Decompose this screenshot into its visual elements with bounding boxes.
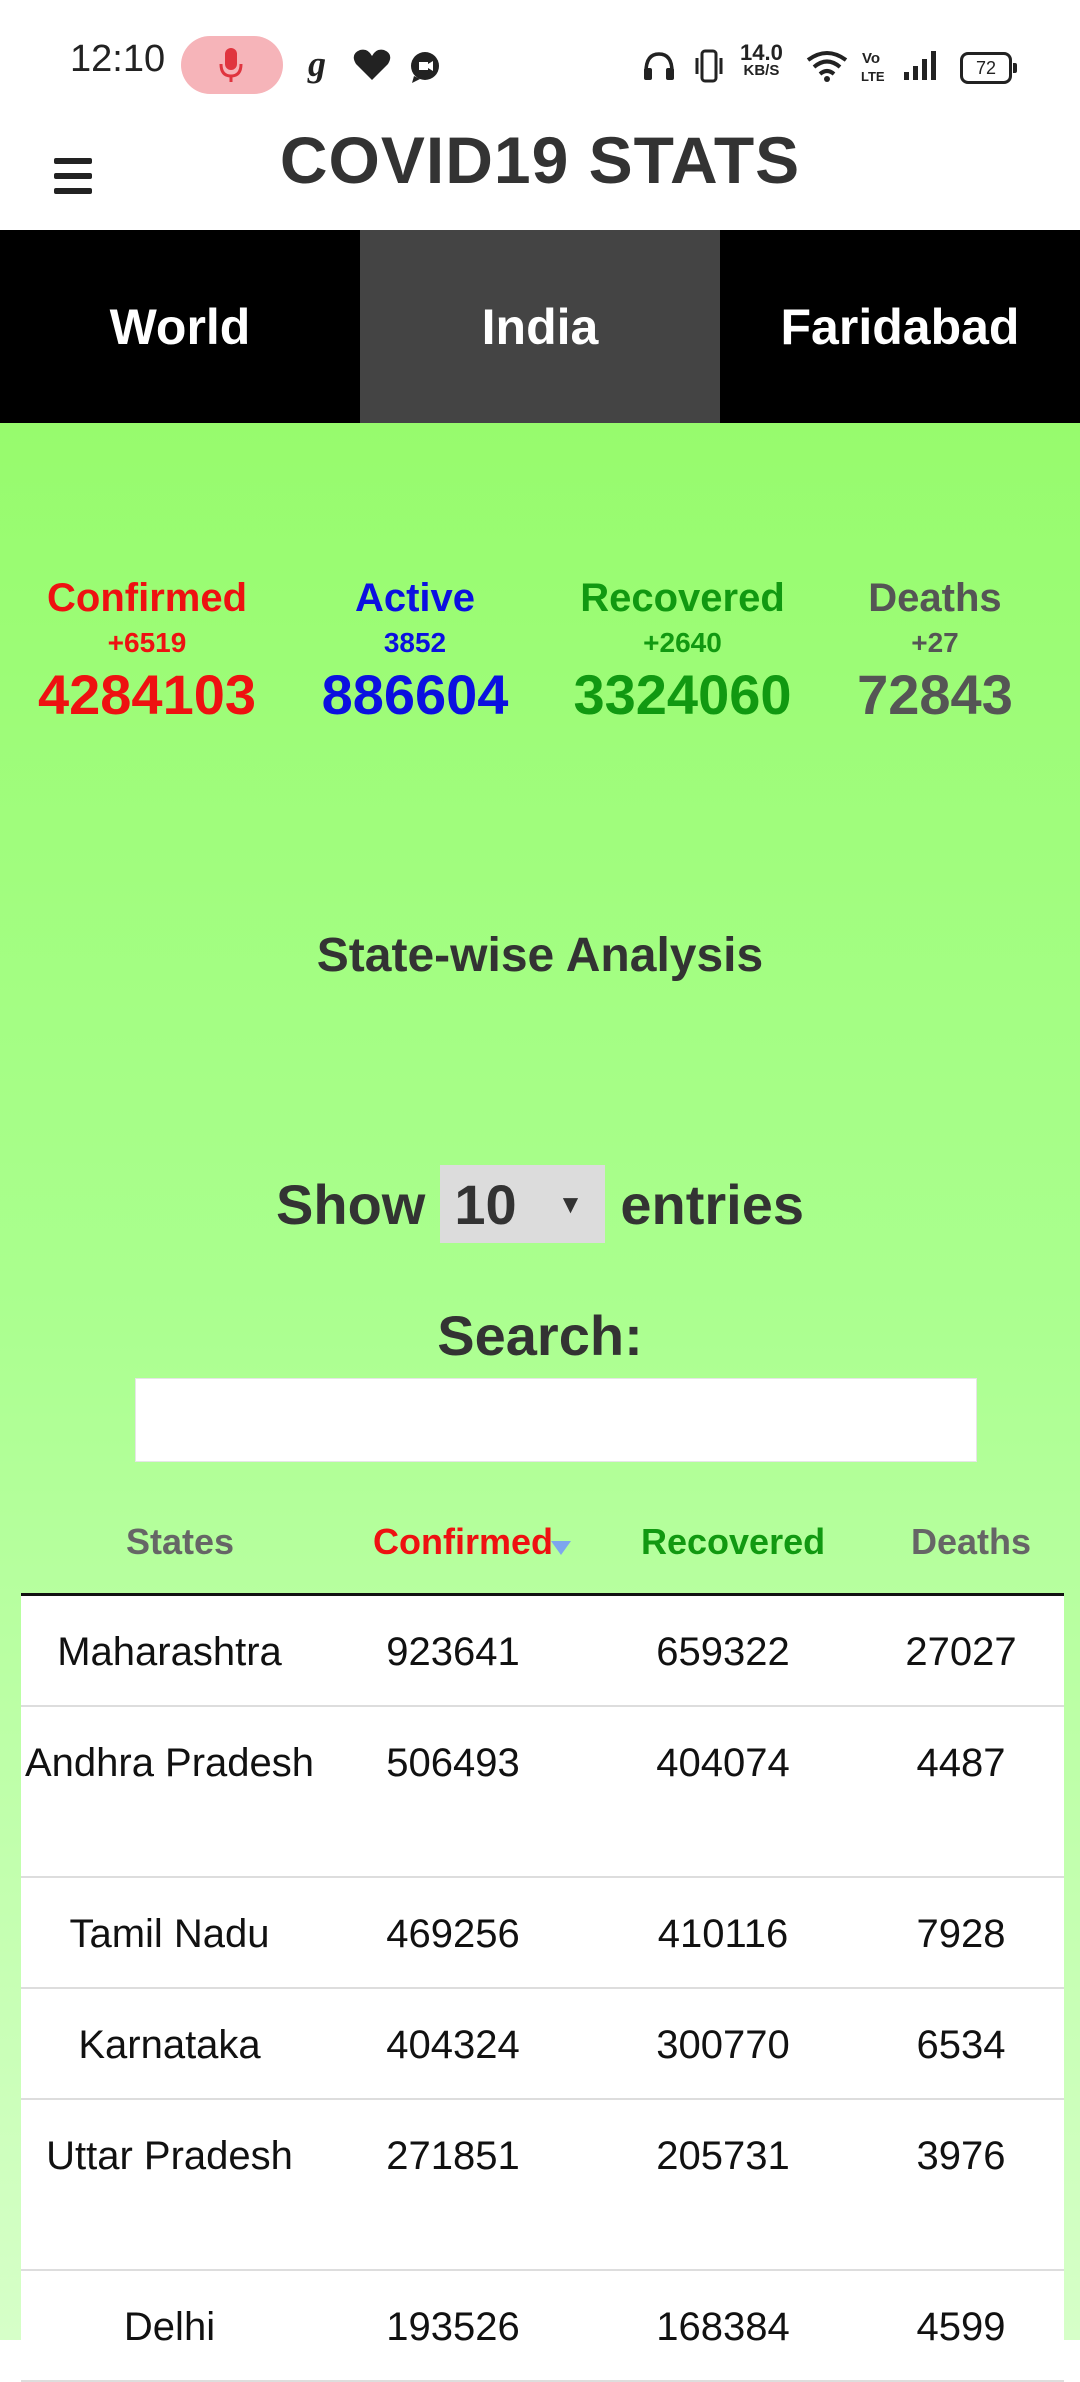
stat-recovered: Recovered +2640 3324060 [560,573,805,727]
cell-recovered: 300770 [656,2023,790,2067]
stat-delta: +27 [911,627,959,658]
chat-icon [411,52,439,83]
column-header-recovered[interactable]: Recovered [641,1521,825,1563]
stat-delta: +2640 [643,627,722,658]
vibrate-icon [695,49,723,83]
cell-confirmed: 193526 [386,2305,520,2349]
cell-state: Karnataka [78,2023,261,2067]
speed-unit: KB/S [743,62,780,79]
cell-recovered: 205731 [656,2134,790,2178]
stat-value: 3324060 [573,663,792,726]
stat-value: 4284103 [37,663,256,726]
cell-state: Tamil Nadu [69,1912,270,1956]
heart-icon [353,49,391,80]
tab-world[interactable]: World [0,230,360,423]
cell-confirmed: 404324 [386,2023,520,2067]
chevron-down-icon: ▼ [557,1188,584,1219]
svg-text:Vo: Vo [862,50,880,67]
entries-control: Show 10 ▼ entries [0,1165,1080,1243]
cell-state: Maharashtra [57,1630,282,1674]
page-title: COVID19 STATS [279,123,801,197]
tab-faridabad[interactable]: Faridabad [720,230,1080,423]
status-bar: 12:10 g 14.0 KB/S Vo LTE 72 [0,0,1080,120]
stat-label: Deaths [868,576,1002,620]
stat-active: Active 3852 886604 [305,573,525,727]
network-speed: 14.0 KB/S [740,40,783,80]
summary-stats: Confirmed +6519 4284103 Active 3852 8866… [0,573,1080,773]
table-row: Tamil Nadu 469256 410116 7928 [21,1878,1064,1989]
stat-confirmed: Confirmed +6519 4284103 [22,573,272,727]
stat-delta: +6519 [107,627,187,658]
cell-deaths: 27027 [905,1630,1017,1674]
table-row: Uttar Pradesh 271851 205731 3976 [21,2100,1064,2271]
cell-state: Delhi [123,2305,216,2349]
headphones-icon [644,52,674,80]
states-table: Maharashtra 923641 659322 27027 Andhra P… [21,1596,1064,2382]
volte-icon: Vo LTE [861,50,885,84]
cell-recovered: 659322 [656,1630,790,1674]
stat-deaths: Deaths +27 72843 [840,573,1030,727]
cell-confirmed: 923641 [386,1630,520,1674]
svg-text:g: g [307,46,326,84]
cell-recovered: 168384 [656,2305,790,2349]
cell-confirmed: 271851 [386,2134,520,2178]
section-title: State-wise Analysis [316,929,764,982]
cell-state: Andhra Pradesh [24,1741,315,1785]
show-label: Show [276,1172,426,1236]
table-row: Delhi 193526 168384 4599 [21,2271,1064,2382]
table-row: Andhra Pradesh 506493 404074 4487 [21,1707,1064,1878]
cell-deaths: 7928 [916,1912,1006,1956]
stat-value: 72843 [857,663,1013,726]
search-input[interactable] [135,1378,977,1462]
cell-confirmed: 506493 [386,1741,520,1785]
entries-select-value: 10 [454,1172,517,1236]
cell-state: Uttar Pradesh [46,2134,293,2178]
entries-select[interactable]: 10 ▼ [440,1165,606,1243]
main-content: Confirmed +6519 4284103 Active 3852 8866… [0,423,1080,2382]
column-header-states[interactable]: States [126,1521,234,1563]
stat-value: 886604 [321,663,509,726]
table-header: States Confirmed Recovered Deaths [21,1503,1064,1596]
cell-recovered: 404074 [656,1741,790,1785]
search-label: Search: [437,1304,643,1367]
cell-recovered: 410116 [657,1912,789,1956]
g-app-icon: g [307,46,326,84]
wifi-icon [806,51,848,82]
sort-descending-icon [551,1541,571,1555]
signal-icon [904,51,936,80]
speed-value: 14.0 [740,40,783,65]
mic-indicator [181,36,283,94]
tab-india[interactable]: India [360,230,720,423]
status-time: 12:10 [70,38,166,80]
cell-confirmed: 469256 [386,1912,520,1956]
stat-label: Recovered [580,576,785,620]
region-tabs: World India Faridabad [0,230,1080,423]
svg-text:LTE: LTE [861,69,885,84]
stat-label: Confirmed [47,576,247,620]
stat-label: Active [354,576,476,620]
column-header-confirmed[interactable]: Confirmed [373,1521,553,1563]
cell-deaths: 3976 [916,2134,1006,2178]
app-header: COVID19 STATS [0,120,1080,230]
mic-icon [219,48,243,82]
cell-deaths: 6534 [916,2023,1006,2067]
table-row: Maharashtra 923641 659322 27027 [21,1596,1064,1707]
entries-label: entries [620,1172,804,1236]
table-row: Karnataka 404324 300770 6534 [21,1989,1064,2100]
cell-deaths: 4487 [916,1741,1006,1785]
cell-deaths: 4599 [916,2305,1006,2349]
column-header-deaths[interactable]: Deaths [911,1521,1031,1563]
stat-delta: 3852 [383,627,447,658]
hamburger-menu-icon[interactable] [50,138,100,198]
battery-icon: 72 [960,52,1017,84]
